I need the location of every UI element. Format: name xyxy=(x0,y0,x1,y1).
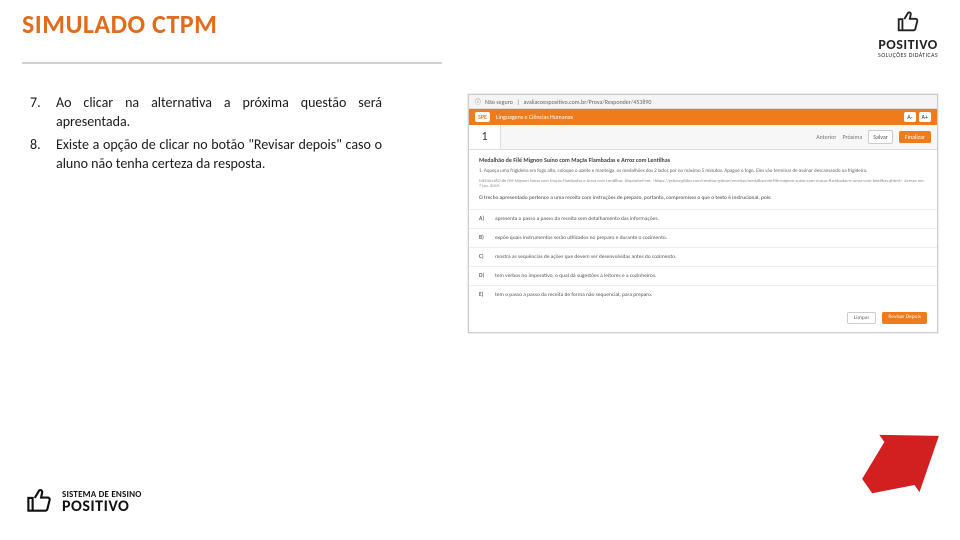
review-later-button[interactable]: Revisar Depois xyxy=(882,312,927,324)
alternative-text: tem o passo a passo da receita de forma … xyxy=(495,292,652,298)
instruction-step-8: Existe a opção de clicar no botão "Revis… xyxy=(22,136,382,174)
positivo-corner-logo: POSITIVO SOLUÇÕES DIDÁTICAS xyxy=(878,8,938,58)
positivo-footer-logo: SISTEMA DE ENSINO POSITIVO xyxy=(22,485,142,520)
page-title: SIMULADO CTPM xyxy=(22,8,217,40)
alternative-key: D) xyxy=(479,273,495,279)
alternative-b[interactable]: B) expõe quais instrumentos serão utiliz… xyxy=(469,228,937,247)
alternative-key: E) xyxy=(479,292,495,298)
font-decrease-button[interactable]: A- xyxy=(904,112,915,122)
alternative-e[interactable]: E) tem o passo a passo da receita de for… xyxy=(469,285,937,304)
question-title: Medalhão de Filé Mignon Suíno com Maçãs … xyxy=(479,156,927,164)
alternative-text: apresenta o passo a passo da receita sem… xyxy=(495,216,659,222)
alternative-text: tem verbos no imperativo, o qual dá suge… xyxy=(495,273,656,279)
alternative-key: A) xyxy=(479,216,495,222)
alternative-key: B) xyxy=(479,235,495,241)
alternative-key: C) xyxy=(479,254,495,260)
instruction-step-7: Ao clicar na alternativa a próxima quest… xyxy=(22,94,382,132)
font-increase-button[interactable]: A+ xyxy=(919,112,931,122)
brand-name: POSITIVO xyxy=(878,38,938,52)
save-button[interactable]: Salvar xyxy=(868,130,893,144)
question-number: 1 xyxy=(469,125,501,149)
alternative-c[interactable]: C) mostra as sequências de ações que dev… xyxy=(469,247,937,266)
system-badge: SPE xyxy=(475,112,490,122)
thumbs-up-icon xyxy=(878,8,938,38)
url-text: avaliacoespositivo.com.br/Prova/Responde… xyxy=(524,98,652,106)
footer-brand-line2: POSITIVO xyxy=(62,499,142,514)
area-header-bar: SPE Linguagens e Ciências Humanas A- A+ xyxy=(469,109,937,125)
question-nav-bar: 1 Anterior Próxima Salvar Finalizar xyxy=(469,125,937,150)
instruction-list: Ao clicar na alternativa a próxima quest… xyxy=(22,94,382,174)
prev-question-link[interactable]: Anterior xyxy=(816,133,836,141)
brand-subtitle: SOLUÇÕES DIDÁTICAS xyxy=(878,52,938,58)
secure-label: Não seguro xyxy=(485,98,513,106)
question-excerpt: 1. Aqueça uma frigideira em fogo alto, c… xyxy=(479,168,927,175)
next-question-link[interactable]: Próxima xyxy=(842,133,862,141)
clear-button[interactable]: Limpar xyxy=(847,312,876,324)
info-icon: ⓘ xyxy=(475,97,481,106)
thumbs-up-icon xyxy=(22,485,56,520)
finish-button[interactable]: Finalizar xyxy=(899,131,931,143)
area-label: Linguagens e Ciências Humanas xyxy=(496,113,573,121)
question-stem: O trecho apresentado pertence a uma rece… xyxy=(479,195,927,201)
quiz-screenshot: ⓘ Não seguro | avaliacoespositivo.com.br… xyxy=(468,94,938,333)
browser-url-bar: ⓘ Não seguro | avaliacoespositivo.com.br… xyxy=(469,95,937,109)
alternative-text: expõe quais instrumentos serão utilizado… xyxy=(495,235,667,241)
alternative-a[interactable]: A) apresenta o passo a passo da receita … xyxy=(469,209,937,228)
alternative-d[interactable]: D) tem verbos no imperativo, o qual dá s… xyxy=(469,266,937,285)
callout-arrow-icon xyxy=(858,426,948,496)
question-citation: MEDALHÃO de Filé Mignon Suíno com Maçãs … xyxy=(479,179,927,189)
alternative-text: mostra as sequências de ações que devem … xyxy=(495,254,676,260)
